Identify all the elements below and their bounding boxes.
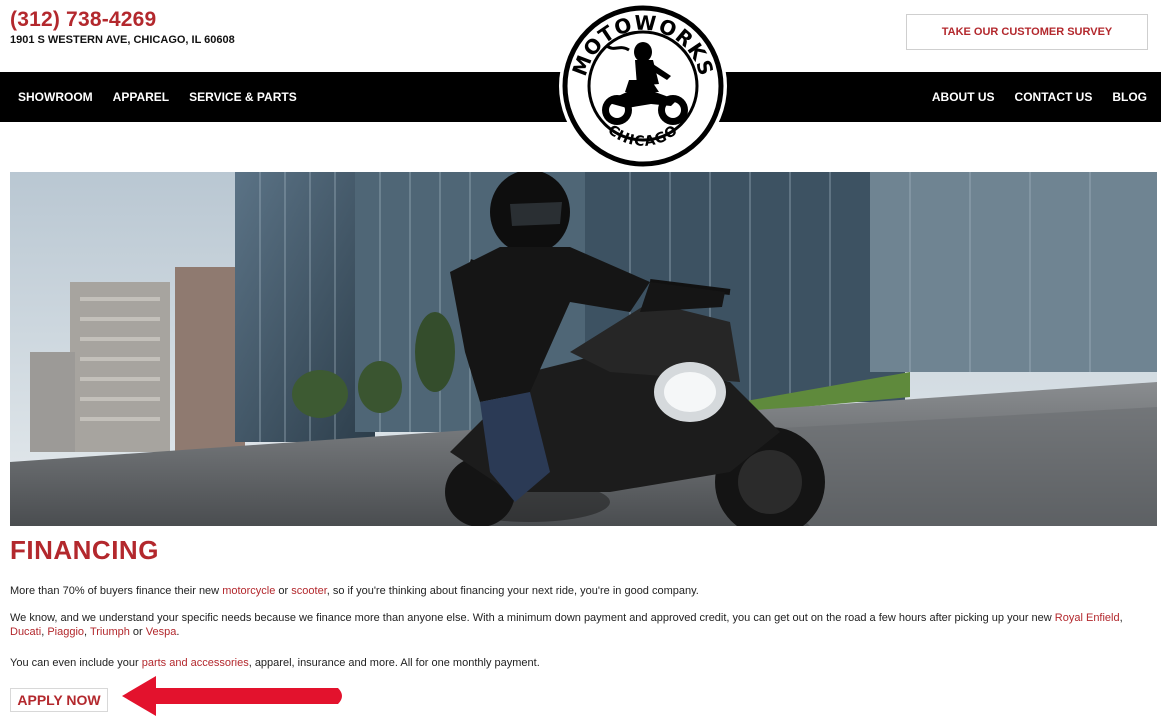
financing-paragraph-3: You can even include your parts and acce… <box>10 656 1150 670</box>
store-address: 1901 S WESTERN AVE, CHICAGO, IL 60608 <box>10 34 235 46</box>
link-parts-accessories[interactable]: parts and accessories <box>142 657 249 669</box>
apply-now-button[interactable]: APPLY NOW <box>10 688 108 712</box>
phone-number[interactable]: (312) 738-4269 <box>10 8 156 32</box>
link-vespa[interactable]: Vespa <box>146 626 177 638</box>
text-segment: We know, and we understand your specific… <box>10 612 1055 624</box>
customer-survey-button[interactable]: TAKE OUR CUSTOMER SURVEY <box>906 14 1148 50</box>
nav-item-contact-us[interactable]: CONTACT US <box>1015 90 1093 104</box>
text-segment: or <box>129 626 146 638</box>
text-segment: . <box>176 626 180 638</box>
text-segment: , so if you're thinking about financing … <box>326 585 699 597</box>
link-piaggio[interactable]: Piaggio <box>47 626 84 638</box>
financing-paragraph-1: More than 70% of buyers finance their ne… <box>10 584 1150 598</box>
text-segment: , apparel, insurance and more. All for o… <box>248 657 540 669</box>
nav-right: ABOUT US CONTACT US BLOG <box>932 72 1147 122</box>
nav-item-apparel[interactable]: APPAREL <box>113 90 169 104</box>
page-title: FINANCING <box>10 535 159 565</box>
left-arrow-icon <box>122 676 342 716</box>
text-segment: , <box>1119 612 1123 624</box>
text-segment: More than 70% of buyers finance their ne… <box>10 585 223 597</box>
nav-item-about-us[interactable]: ABOUT US <box>932 90 995 104</box>
hero-motorcycle-image <box>10 172 1157 526</box>
text-segment: You can even include your <box>10 657 142 669</box>
nav-item-blog[interactable]: BLOG <box>1112 90 1147 104</box>
link-ducati[interactable]: Ducati <box>10 626 41 638</box>
text-segment: or <box>275 585 292 597</box>
link-royal-enfield[interactable]: Royal Enfield <box>1055 612 1120 624</box>
link-triumph[interactable]: Triumph <box>90 626 130 638</box>
link-motorcycle[interactable]: motorcycle <box>222 585 275 597</box>
nav-item-service-parts[interactable]: SERVICE & PARTS <box>189 90 297 104</box>
nav-left: SHOWROOM APPAREL SERVICE & PARTS <box>18 72 297 122</box>
nav-item-showroom[interactable]: SHOWROOM <box>18 90 93 104</box>
financing-paragraph-2: We know, and we understand your specific… <box>10 611 1150 639</box>
motoworks-logo[interactable]: MOTOWORKS CHICAGO <box>555 0 731 172</box>
link-scooter[interactable]: scooter <box>291 585 326 597</box>
